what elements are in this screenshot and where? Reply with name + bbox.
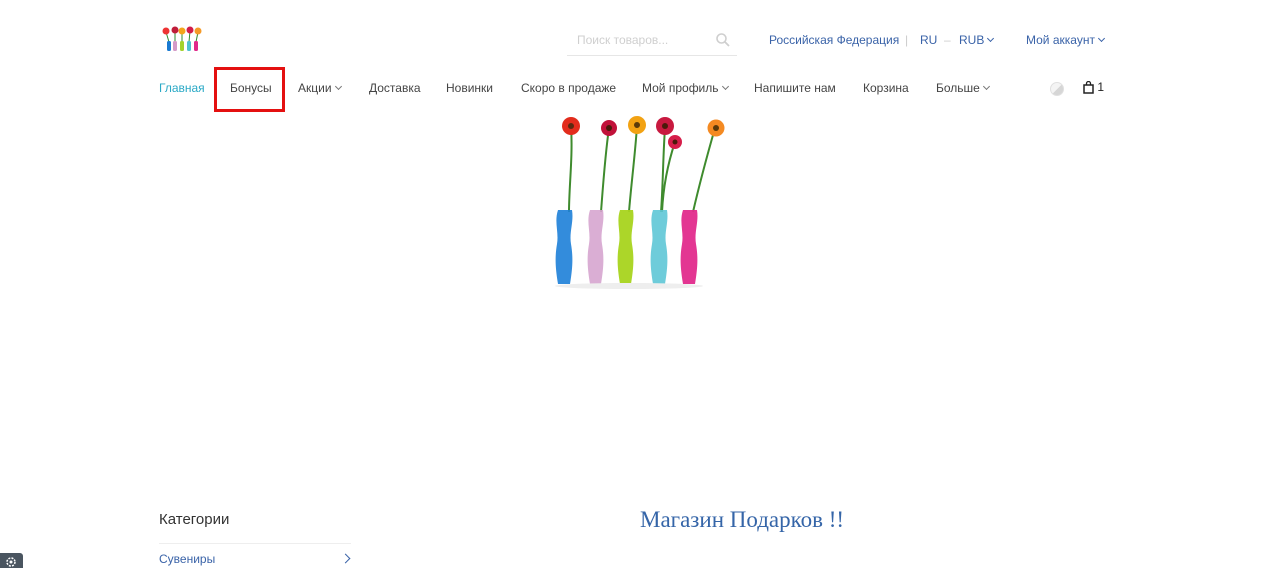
currency-selector[interactable]: RUB — [959, 33, 995, 47]
currency-label: RUB — [959, 33, 985, 47]
chevron-down-icon — [982, 82, 990, 91]
search-input[interactable] — [567, 28, 707, 52]
account-menu[interactable]: Мой аккаунт — [1026, 33, 1105, 47]
search-box — [567, 28, 737, 56]
language-selector[interactable]: RU — [920, 33, 937, 47]
chevron-down-icon — [1097, 34, 1105, 43]
shopping-bag-icon — [1083, 81, 1094, 95]
nav-item-new[interactable]: Новинки — [446, 80, 493, 96]
nav-item-contact[interactable]: Напишите нам — [754, 80, 836, 96]
nav-item-more[interactable]: Больше — [936, 80, 990, 96]
nav-item-label: Мой профиль — [642, 81, 719, 95]
gear-icon — [6, 557, 16, 567]
chevron-down-icon — [721, 82, 729, 91]
nav-item-label: Акции — [298, 81, 332, 95]
shop-title: Магазин Подарков !! — [640, 507, 845, 532]
nav-item-label: Больше — [936, 81, 980, 95]
nav-item-promotions[interactable]: Акции — [298, 80, 342, 96]
theme-toggle-icon[interactable] — [1050, 82, 1064, 96]
category-label: Сувениры — [159, 552, 216, 566]
nav-item-home[interactable]: Главная — [159, 80, 205, 96]
chevron-right-icon — [340, 553, 351, 564]
main-nav: Главная Бонусы Акции Доставка Новинки Ск… — [0, 80, 1263, 100]
nav-item-delivery[interactable]: Доставка — [369, 80, 421, 96]
logo-icon[interactable] — [160, 26, 204, 52]
nav-item-coming-soon[interactable]: Скоро в продаже — [521, 80, 616, 96]
cart-count: 1 — [1097, 80, 1105, 94]
chevron-down-icon — [987, 34, 995, 43]
hero-image — [555, 116, 725, 289]
separator: | — [905, 33, 909, 47]
chevron-down-icon — [334, 82, 342, 91]
category-item-souvenirs[interactable]: Сувениры — [159, 552, 351, 566]
region-link[interactable]: Российская Федерация — [769, 33, 899, 47]
divider — [159, 543, 351, 544]
search-icon[interactable] — [715, 32, 731, 48]
nav-item-profile[interactable]: Мой профиль — [642, 80, 729, 96]
settings-button[interactable] — [0, 553, 23, 568]
categories-title: Категории — [159, 511, 230, 528]
highlight-box — [214, 67, 285, 112]
account-label: Мой аккаунт — [1026, 33, 1095, 47]
nav-item-cart[interactable]: Корзина — [863, 80, 909, 96]
cart-button[interactable]: 1 — [1083, 80, 1105, 95]
separator-dash: – — [944, 33, 951, 47]
